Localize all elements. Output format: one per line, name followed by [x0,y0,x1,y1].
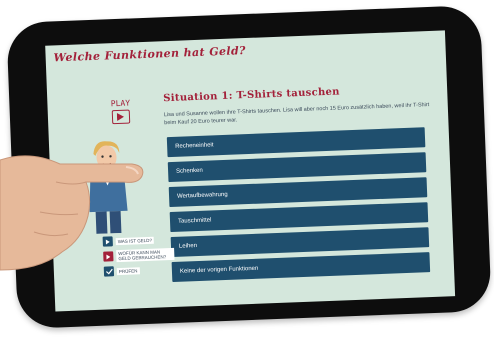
play-label: PLAY [110,98,131,109]
option-leihen[interactable]: Leihen [170,227,430,258]
option-wertaufbewahrung[interactable]: Wertaufbewahrung [168,177,428,208]
option-recheneinheit[interactable]: Recheneinheit [166,127,426,158]
option-tauschmittel[interactable]: Tauschmittel [169,202,429,233]
option-keine-der-vorigen[interactable]: Keine der vorigen Funktionen [171,252,431,283]
situation-title: Situation 1: T-Shirts tauschen [163,86,340,105]
pointing-hand [0,155,144,271]
answer-options: Recheneinheit Schenken Wertaufbewahrung … [166,127,431,287]
option-schenken[interactable]: Schenken [167,152,427,183]
page-title: Welche Funktionen hat Geld? [53,44,247,65]
situation-text: Lisa und Susanne wollen ihre T-Shirts ta… [163,102,430,127]
